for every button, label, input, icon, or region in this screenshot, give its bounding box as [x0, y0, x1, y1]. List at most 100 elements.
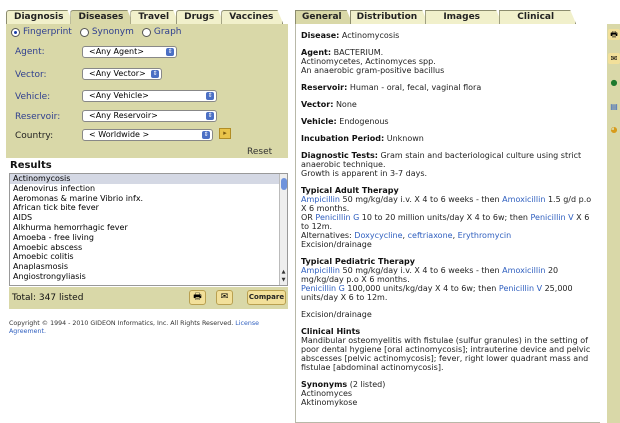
tab-images[interactable]: Images: [425, 10, 502, 24]
agent-select[interactable]: <Any Agent> ⇕: [82, 46, 177, 58]
radio-unchecked-icon: [141, 27, 151, 37]
list-item[interactable]: Alkhurma hemorrhagic fever: [10, 223, 287, 233]
field-label: Disease:: [301, 31, 340, 40]
envelope-icon[interactable]: ✉: [608, 53, 620, 64]
chart-icon[interactable]: ▤: [608, 101, 620, 112]
results-scrollbar[interactable]: ▲ ▼: [279, 174, 287, 285]
country-select[interactable]: < Worldwide > ⇕: [82, 129, 213, 141]
drug-link[interactable]: Erythromycin: [458, 231, 512, 240]
copyright-text: Copyright © 1994 - 2010 GIDEON Informati…: [9, 320, 234, 327]
print-button[interactable]: 🖶: [189, 290, 206, 305]
drug-link[interactable]: Ampicillin: [301, 266, 340, 275]
disease-row: Disease: Actinomycosis: [301, 31, 596, 40]
agent-description: An anaerobic gram-positive bacillus: [301, 66, 445, 75]
therapy-text: Excision/drainage: [301, 240, 372, 249]
tab-diagnosis[interactable]: Diagnosis: [6, 10, 73, 24]
tab-clinical[interactable]: Clinical: [499, 10, 576, 24]
field-label: Reservoir:: [301, 83, 348, 92]
diagnostic-section: Diagnostic Tests: Gram stain and bacteri…: [301, 151, 596, 178]
list-item[interactable]: Adenovirus infection: [10, 184, 287, 194]
reservoir-select[interactable]: <Any Reservoir> ⇕: [82, 110, 217, 122]
incubation-value: Unknown: [386, 134, 424, 143]
reset-link[interactable]: Reset: [247, 147, 272, 157]
vehicle-select[interactable]: <Any Vehicle> ⇕: [82, 90, 217, 102]
radio-graph[interactable]: Graph: [141, 27, 181, 37]
therapy-text: Alternatives:: [301, 231, 355, 240]
radio-synonym[interactable]: Synonym: [79, 27, 134, 37]
select-arrow-icon: ⇕: [202, 131, 210, 139]
section-title: Typical Adult Therapy: [301, 186, 399, 195]
country-value: < Worldwide >: [89, 130, 150, 139]
drug-link[interactable]: Penicillin G: [315, 213, 359, 222]
reservoir-label: Reservoir:: [15, 112, 61, 122]
radio-checked-icon: [11, 27, 20, 37]
vector-select[interactable]: <Any Vector> ⇕: [82, 68, 162, 80]
field-label: Incubation Period:: [301, 134, 385, 143]
therapy-text: Excision/drainage: [301, 310, 372, 319]
disease-detail: Disease: Actinomycosis Agent: BACTERIUM.…: [295, 24, 600, 423]
list-item[interactable]: African tick bite fever: [10, 203, 287, 213]
country-go-button[interactable]: ▸: [219, 128, 231, 139]
printer-icon[interactable]: 🖶: [608, 29, 620, 40]
list-item[interactable]: Amoeba - free living: [10, 233, 287, 243]
section-title: Clinical Hints: [301, 327, 361, 336]
therapy-text: OR: [301, 213, 316, 222]
copyright-notice: Copyright © 1994 - 2010 GIDEON Informati…: [9, 320, 284, 336]
therapy-text: 10 to 20 million units/day X 4 to 6w; th…: [359, 213, 531, 222]
drug-link[interactable]: Doxycycline: [354, 231, 402, 240]
vector-label: Vector:: [15, 70, 47, 80]
clinical-hints-section: Clinical Hints Mandibular osteomyelitis …: [301, 327, 596, 372]
compare-button[interactable]: Compare: [247, 290, 286, 305]
results-list[interactable]: Actinomycosis Adenovirus infection Aerom…: [9, 173, 288, 286]
drug-link[interactable]: ceftriaxone: [408, 231, 453, 240]
drug-link[interactable]: Penicillin G: [301, 284, 345, 293]
diagnostic-note: Growth is apparent in 3-7 days.: [301, 169, 428, 178]
synonym-item: Aktinomykose: [301, 398, 358, 407]
pediatric-therapy-section: Typical Pediatric Therapy Ampicillin 50 …: [301, 257, 596, 302]
drug-link[interactable]: Penicillin V: [530, 213, 573, 222]
tab-drugs[interactable]: Drugs: [176, 10, 224, 24]
vehicle-row: Vehicle: Endogenous: [301, 117, 596, 126]
tab-vaccines[interactable]: Vaccines: [221, 10, 283, 24]
tab-diseases[interactable]: Diseases: [70, 10, 133, 24]
scroll-thumb[interactable]: [281, 178, 287, 190]
list-item[interactable]: Aeromonas & marine Vibrio infx.: [10, 194, 287, 204]
search-mode-radios: Fingerprint Synonym Graph: [11, 27, 181, 37]
country-label: Country:: [15, 131, 54, 141]
radio-fingerprint[interactable]: Fingerprint: [11, 27, 72, 37]
module-tabs: Diagnosis Diseases Travel Drugs Vaccines: [6, 10, 280, 24]
tab-general[interactable]: General: [295, 10, 353, 24]
email-button[interactable]: ✉: [216, 290, 233, 305]
scroll-down-icon[interactable]: ▼: [280, 277, 287, 284]
drug-link[interactable]: Penicillin V: [499, 284, 542, 293]
agent-detail: Actinomycetes, Actinomyces spp.: [301, 57, 436, 66]
field-label: Vehicle:: [301, 117, 337, 126]
adult-therapy-section: Typical Adult Therapy Ampicillin 50 mg/k…: [301, 186, 596, 249]
vector-row: Vector: None: [301, 100, 596, 109]
detail-tabs: General Distribution Images Clinical: [295, 10, 573, 24]
list-item[interactable]: Actinomycosis: [10, 174, 287, 184]
vehicle-label: Vehicle:: [15, 92, 51, 102]
incubation-row: Incubation Period: Unknown: [301, 134, 596, 143]
reservoir-value: <Any Reservoir>: [89, 111, 158, 120]
vector-value: None: [335, 100, 357, 109]
list-item[interactable]: Anaplasmosis: [10, 262, 287, 272]
drug-link[interactable]: Amoxicillin: [502, 266, 545, 275]
list-item[interactable]: Amoebic colitis: [10, 252, 287, 262]
list-item[interactable]: AIDS: [10, 213, 287, 223]
scroll-up-icon[interactable]: ▲: [280, 269, 287, 276]
field-label: Diagnostic Tests:: [301, 151, 378, 160]
select-arrow-icon: ⇕: [166, 48, 174, 56]
drug-link[interactable]: Ampicillin: [301, 195, 340, 204]
tab-travel[interactable]: Travel: [130, 10, 179, 24]
list-item[interactable]: Angiostrongyliasis: [10, 272, 287, 282]
drug-link[interactable]: Amoxicillin: [502, 195, 545, 204]
list-item[interactable]: Amoebic abscess: [10, 243, 287, 253]
pie-icon[interactable]: ◕: [608, 124, 620, 135]
synonym-item: Actinomyces: [301, 389, 353, 398]
section-title: Typical Pediatric Therapy: [301, 257, 415, 266]
results-heading: Results: [10, 160, 52, 171]
tab-distribution[interactable]: Distribution: [350, 10, 429, 24]
select-arrow-icon: ⇕: [206, 92, 214, 100]
globe-icon[interactable]: ●: [608, 77, 620, 88]
